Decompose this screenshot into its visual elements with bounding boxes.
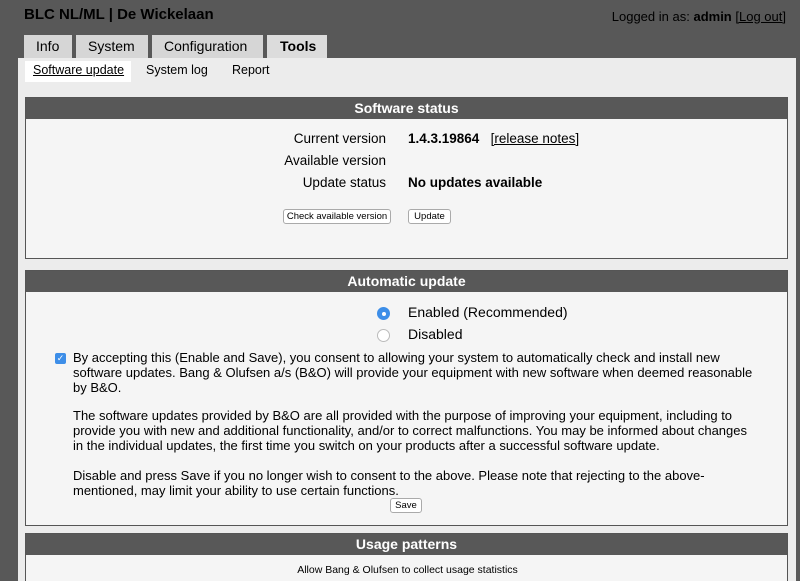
consent-checkbox[interactable]: ✓ xyxy=(55,353,66,364)
consent-paragraph-1: By accepting this (Enable and Save), you… xyxy=(73,350,753,395)
login-info: Logged in as: admin [Log out] xyxy=(612,9,786,24)
site-title: BLC NL/ML | De Wickelaan xyxy=(24,6,214,23)
main-content: Software status Current version 1.4.3.19… xyxy=(18,82,796,581)
disabled-radio-label: Disabled xyxy=(408,326,463,342)
disabled-radio[interactable] xyxy=(377,329,390,342)
tab-configuration[interactable]: Configuration xyxy=(152,35,263,58)
tab-info[interactable]: Info xyxy=(24,35,72,58)
consent-paragraph-2: The software updates provided by B&O are… xyxy=(73,408,748,453)
username: admin xyxy=(693,9,732,24)
usage-statistics-text: Allow Bang & Olufsen to collect usage st… xyxy=(297,564,518,576)
software-status-panel: Software status Current version 1.4.3.19… xyxy=(25,97,788,259)
current-version-number: 1.4.3.19864 xyxy=(408,131,480,146)
update-status-label: Update status xyxy=(302,175,386,190)
subtab-software-update-label: Software update xyxy=(33,63,125,77)
usage-patterns-title: Usage patterns xyxy=(26,534,787,555)
logout-link[interactable]: [Log out] xyxy=(735,9,786,24)
tab-system[interactable]: System xyxy=(76,35,148,58)
enabled-radio[interactable] xyxy=(377,307,390,320)
subtab-report[interactable]: Report xyxy=(232,61,270,82)
enabled-radio-label: Enabled (Recommended) xyxy=(408,304,568,320)
available-version-label: Available version xyxy=(284,153,386,168)
usage-patterns-panel: Usage patterns Allow Bang & Olufsen to c… xyxy=(25,533,788,581)
release-notes-link[interactable]: [release notes] xyxy=(491,131,580,146)
current-version-label: Current version xyxy=(293,131,386,146)
automatic-update-title: Automatic update xyxy=(26,271,787,292)
subtab-system-log[interactable]: System log xyxy=(146,61,208,82)
current-version-value: 1.4.3.19864 [release notes] xyxy=(408,131,579,146)
sub-navigation: Software update System log Report xyxy=(18,58,796,82)
software-status-title: Software status xyxy=(26,98,787,119)
subtab-software-update[interactable]: Software update xyxy=(25,61,131,82)
top-bar: BLC NL/ML | De Wickelaan Logged in as: a… xyxy=(0,0,800,58)
save-button[interactable]: Save xyxy=(390,498,422,513)
tab-tools[interactable]: Tools xyxy=(267,35,327,58)
update-button[interactable]: Update xyxy=(408,209,451,224)
update-status-value: No updates available xyxy=(408,175,543,190)
check-version-button[interactable]: Check available version xyxy=(283,209,391,224)
main-tabs: Info System Configuration Tools xyxy=(24,35,331,58)
consent-paragraph-3: Disable and press Save if you no longer … xyxy=(73,468,705,498)
logged-in-label: Logged in as: xyxy=(611,9,690,24)
automatic-update-panel: Automatic update Enabled (Recommended) D… xyxy=(25,270,788,526)
